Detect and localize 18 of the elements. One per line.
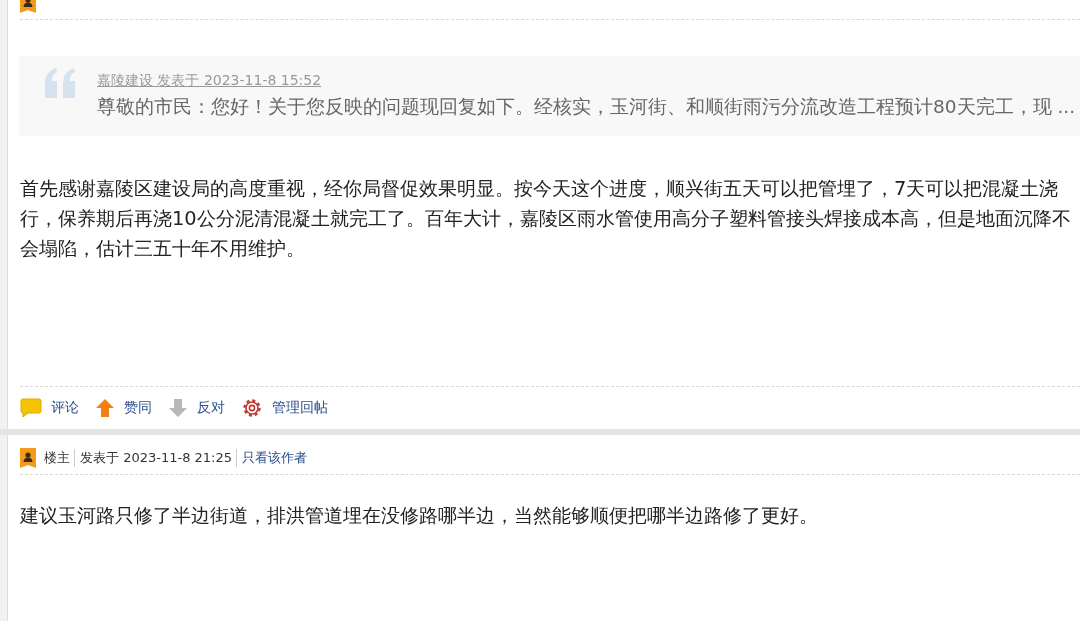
- up-button[interactable]: 赞同: [95, 398, 152, 418]
- down-button[interactable]: 反对: [168, 398, 225, 418]
- post-text-line: 首先感谢嘉陵区建设局的高度重视，经你局督促效果明显。按今天这个进度，顺兴街五天可以把管埋了，7天可以把混凝土浇: [20, 176, 1060, 202]
- post-text-line: 建议玉河路只修了半边街道，排洪管道埋在没修路哪半边，当然能够顺便把哪半边路修了更好。: [20, 503, 819, 529]
- gear-icon: [241, 397, 263, 419]
- quote-mark-icon: [43, 68, 77, 98]
- post-text-line: 行，保养期后再浇10公分泥清混凝土就完工了。百年大计，嘉陵区雨水管使用高分子塑料管接头焊接成本高，但是地面沉降不: [20, 206, 1072, 232]
- quote-text: 尊敬的市民：您好！关于您反映的问题现回复如下。经核实，玉河街、和顺街雨污分流改造工程预计80天完工，现 ...: [97, 96, 1076, 118]
- manage-button[interactable]: 管理回帖: [241, 397, 328, 419]
- post-time: 发表于 2023-11-8 21:25: [74, 449, 232, 467]
- speech-bubble-icon: [20, 398, 42, 418]
- author-only-link[interactable]: 只看该作者: [236, 449, 307, 467]
- up-arrow-icon: [95, 398, 115, 418]
- down-arrow-icon: [168, 398, 188, 418]
- user-badge-icon: [20, 448, 36, 468]
- post-text-line: 会塌陷，估计三五十年不用维护。: [20, 236, 306, 262]
- poster-role: 楼主: [44, 449, 70, 467]
- comment-button[interactable]: 评论: [20, 398, 79, 418]
